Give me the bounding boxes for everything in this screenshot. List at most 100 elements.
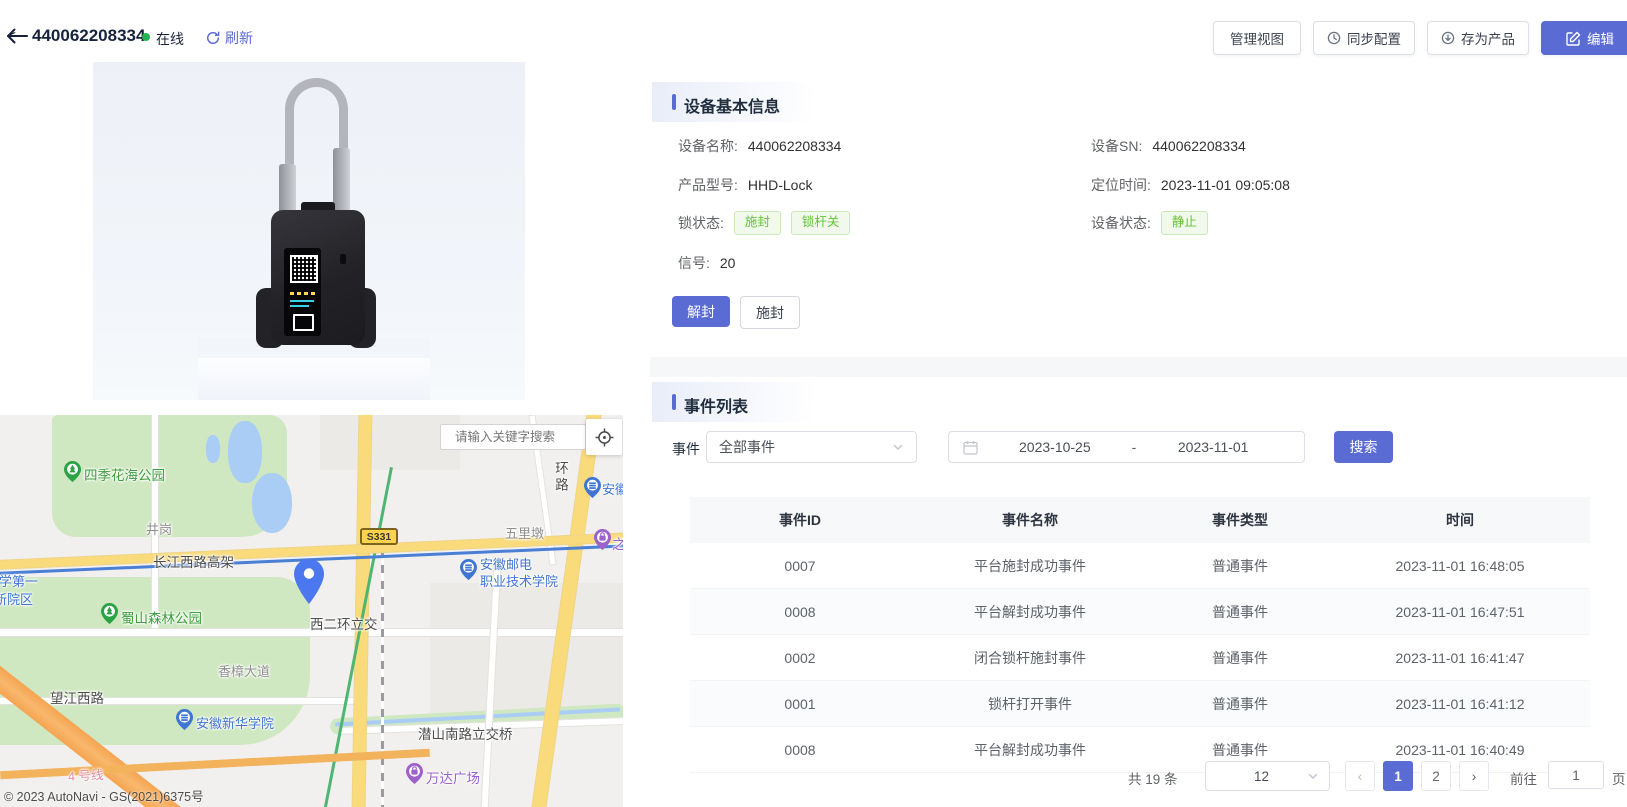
device-state-row: 设备状态: 静止 <box>1091 211 1208 235</box>
refresh-icon <box>206 31 220 45</box>
map-city-block <box>320 415 460 470</box>
save-icon <box>1441 31 1455 45</box>
map-label-xierhuan: 西二环立交 <box>310 613 378 633</box>
date-end[interactable]: 2023-11-01 <box>1136 439 1290 455</box>
device-photo <box>93 62 525 400</box>
map-label-huanlu: 环路 <box>550 461 570 494</box>
table-row[interactable]: 0002闭合锁杆施封事件普通事件2023-11-01 16:41:47 <box>690 635 1590 681</box>
map[interactable]: S331 四季花海公园 井岗 长江西路高架 大学第一 新院区 蜀山森林公园 望江… <box>0 415 623 807</box>
chevron-down-icon <box>1307 770 1319 782</box>
date-start[interactable]: 2023-10-25 <box>978 439 1132 455</box>
mall-pin-icon[interactable] <box>406 763 423 787</box>
date-range-picker[interactable]: 2023-10-25 - 2023-11-01 <box>948 431 1305 463</box>
device-info-title: 设备基本信息 <box>684 93 780 117</box>
search-button[interactable]: 搜索 <box>1334 431 1393 463</box>
mall-pin-icon[interactable] <box>594 529 611 553</box>
pedestal-front <box>198 358 430 400</box>
map-label-wangjiang-rd: 望江西路 <box>50 687 104 707</box>
map-label-youdian-line2: 职业技术学院 <box>480 571 558 590</box>
lock-state-row: 锁状态: 施封 锁杆关 <box>678 211 850 235</box>
map-label-wanda: 万达广场 <box>426 767 480 787</box>
map-road-line4 <box>0 749 430 779</box>
map-label-jinggang: 井岗 <box>146 519 172 538</box>
next-page-button[interactable]: › <box>1459 761 1489 791</box>
event-filter-label: 事件 <box>672 439 700 459</box>
table-row[interactable]: 0008平台解封成功事件普通事件2023-11-01 16:47:51 <box>690 589 1590 635</box>
screen-status-icons <box>290 292 316 295</box>
goto-page-input[interactable] <box>1548 761 1604 789</box>
page-size-select[interactable]: 12 <box>1205 761 1330 791</box>
event-type-select[interactable]: 全部事件 <box>706 431 917 463</box>
edit-icon <box>1566 31 1581 46</box>
device-sn-row: 设备SN: 440062208334 <box>1091 136 1246 156</box>
section-separator <box>650 357 1627 377</box>
park-pin-icon[interactable] <box>101 603 118 627</box>
map-search-box[interactable] <box>440 424 586 450</box>
map-water <box>252 473 292 533</box>
signal-row: 信号: 20 <box>678 253 735 273</box>
refresh-button[interactable]: 刷新 <box>206 28 253 48</box>
device-location-pin[interactable] <box>294 559 324 607</box>
table-header-row: 事件ID 事件名称 事件类型 时间 <box>690 497 1590 543</box>
online-status-dot <box>142 33 150 41</box>
goto-label: 前往 <box>1510 768 1537 788</box>
device-state-badge: 静止 <box>1161 211 1208 235</box>
table-row[interactable]: 0001锁杆打开事件普通事件2023-11-01 16:41:12 <box>690 681 1590 727</box>
lock-state-badge-sealed: 施封 <box>734 211 781 235</box>
map-water <box>206 435 220 463</box>
school-pin-icon[interactable] <box>176 709 193 733</box>
edit-button[interactable]: 编辑 <box>1541 21 1627 55</box>
screen-doc-icon <box>293 314 314 331</box>
sync-icon <box>1327 31 1341 45</box>
map-attribution: © 2023 AutoNavi - GS(2021)6375号 <box>4 786 204 805</box>
column-time: 时间 <box>1330 497 1590 543</box>
manage-view-button[interactable]: 管理视图 <box>1213 21 1301 55</box>
event-list-title: 事件列表 <box>684 393 748 417</box>
lock-state-badge-bar-closed: 锁杆关 <box>791 211 851 235</box>
map-label-park-flower: 四季花海公园 <box>84 464 165 484</box>
prev-page-button[interactable]: ‹ <box>1345 761 1375 791</box>
park-pin-icon[interactable] <box>64 461 81 485</box>
map-label-qianshan-rd: 潜山南路立交桥 <box>418 723 513 743</box>
page-1-button[interactable]: 1 <box>1383 761 1413 791</box>
map-locate-button[interactable] <box>586 419 622 455</box>
map-railway <box>381 533 384 807</box>
device-info-title-bar <box>672 94 676 110</box>
goto-page-input-wrap <box>1548 761 1604 789</box>
table-row[interactable]: 0008平台解封成功事件普通事件2023-11-01 16:40:49 <box>690 727 1590 773</box>
locate-icon <box>595 428 614 447</box>
map-label-wulidun: 五里墩 <box>505 523 544 542</box>
school-pin-icon[interactable] <box>460 559 477 583</box>
sync-config-button[interactable]: 同步配置 <box>1313 21 1415 55</box>
route-badge-s331: S331 <box>360 528 398 545</box>
save-as-product-button[interactable]: 存为产品 <box>1427 21 1529 55</box>
page-2-button[interactable]: 2 <box>1421 761 1451 791</box>
map-label-zhixin: 之心 <box>612 533 623 553</box>
seal-button[interactable]: 施封 <box>740 296 800 329</box>
lock-screen <box>284 248 321 336</box>
map-label-univ-line1: 大学第一 <box>0 571 38 590</box>
map-search-input[interactable] <box>440 424 586 450</box>
table-row[interactable]: 0007平台施封成功事件普通事件2023-11-01 16:48:05 <box>690 543 1590 589</box>
map-label-changjiang-rd: 长江西路高架 <box>153 551 234 571</box>
screen-text-line2 <box>290 305 309 307</box>
pagination-total: 共 19 条 <box>1128 768 1178 788</box>
map-label-xinhua-college: 安徽新华学院 <box>196 713 274 732</box>
column-event-name: 事件名称 <box>910 497 1150 543</box>
map-label-line4: 4 号线 <box>68 764 104 785</box>
locate-time-row: 定位时间: 2023-11-01 09:05:08 <box>1091 175 1290 195</box>
school-pin-icon[interactable] <box>584 477 601 501</box>
device-name-row: 设备名称: 440062208334 <box>678 136 841 156</box>
map-label-univ-line2: 新院区 <box>0 589 33 608</box>
map-city-block <box>430 583 623 713</box>
calendar-icon <box>963 440 978 455</box>
goto-unit-label: 页 <box>1612 768 1626 788</box>
lock-side-button <box>340 254 346 264</box>
chevron-down-icon <box>892 441 904 453</box>
back-icon[interactable] <box>6 28 28 49</box>
unseal-button[interactable]: 解封 <box>672 296 730 327</box>
map-label-xiangzhang-rd: 香樟大道 <box>218 661 270 680</box>
column-event-type: 事件类型 <box>1150 497 1330 543</box>
screen-text-line1 <box>290 300 314 302</box>
product-model-row: 产品型号: HHD-Lock <box>678 175 812 195</box>
